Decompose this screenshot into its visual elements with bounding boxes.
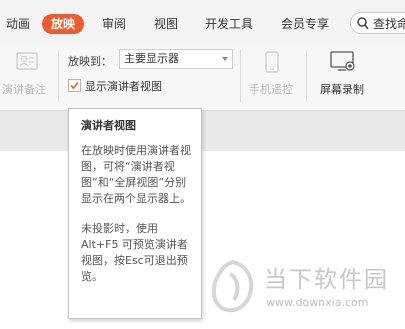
screen-record-label: 屏幕录制 <box>320 83 364 96</box>
ribbon-divider <box>306 50 307 102</box>
tooltip-description: 在放映时使用演讲者视图，可将“演讲者视图”和“全屏视图”分别显示在两个显示器上。 <box>81 144 191 205</box>
monitor-select-value: 主要显示器 <box>124 52 179 65</box>
phone-remote-label: 手机遥控 <box>249 83 293 96</box>
speaker-notes-button[interactable]: 演讲备注 <box>0 44 58 110</box>
presenter-view-label[interactable]: 显示演讲者视图 <box>85 78 162 94</box>
tab-slideshow[interactable]: 放映 <box>42 14 84 34</box>
tab-view[interactable]: 视图 <box>148 14 184 34</box>
watermark-logo-icon <box>211 259 254 313</box>
show-on-label: 放映到： <box>68 55 112 68</box>
checkmark-icon <box>70 81 79 90</box>
speaker-notes-label: 演讲备注 <box>2 83 46 96</box>
search-icon <box>357 17 369 30</box>
search-box[interactable]: 查找命 <box>350 12 405 34</box>
ribbon-divider <box>58 50 59 102</box>
screen-record-icon <box>330 51 355 71</box>
phone-remote-button[interactable]: 手机遥控 <box>244 44 302 110</box>
screen-record-button[interactable]: 屏幕录制 <box>312 44 378 110</box>
tab-developer-tools[interactable]: 开发工具 <box>200 14 258 34</box>
speaker-notes-icon <box>16 52 38 70</box>
tooltip-title: 演讲者视图 <box>81 119 136 132</box>
tab-member-exclusive[interactable]: 会员专享 <box>276 14 334 34</box>
search-text: 查找命 <box>373 17 405 31</box>
chevron-down-icon <box>222 57 228 61</box>
watermark-title: 当下软件园 <box>264 267 389 293</box>
ribbon-tab-bar: 动画 放映 审阅 视图 开发工具 会员专享 查找命 <box>0 0 405 44</box>
presenter-view-checkbox[interactable] <box>68 79 81 92</box>
tab-animation[interactable]: 动画 <box>2 14 34 34</box>
tooltip-shortcut-hint: 未投影时，使用Alt+F5 可预览演讲者视图，按Esc可退出预览。 <box>81 222 188 283</box>
ribbon-divider <box>240 50 241 102</box>
slide-workspace-strip <box>0 110 405 151</box>
phone-icon <box>265 51 279 73</box>
presenter-view-tooltip: 演讲者视图 在放映时使用演讲者视图，可将“演讲者视图”和“全屏视图”分别显示在两… <box>68 108 202 319</box>
tab-review[interactable]: 审阅 <box>96 14 132 34</box>
monitor-select[interactable]: 主要显示器 <box>119 49 233 69</box>
ribbon-panel: 演讲备注 放映到： 主要显示器 显示演讲者视图 手机遥控 屏幕录制 <box>0 44 405 110</box>
watermark-url: www.downxia.com <box>266 296 369 309</box>
